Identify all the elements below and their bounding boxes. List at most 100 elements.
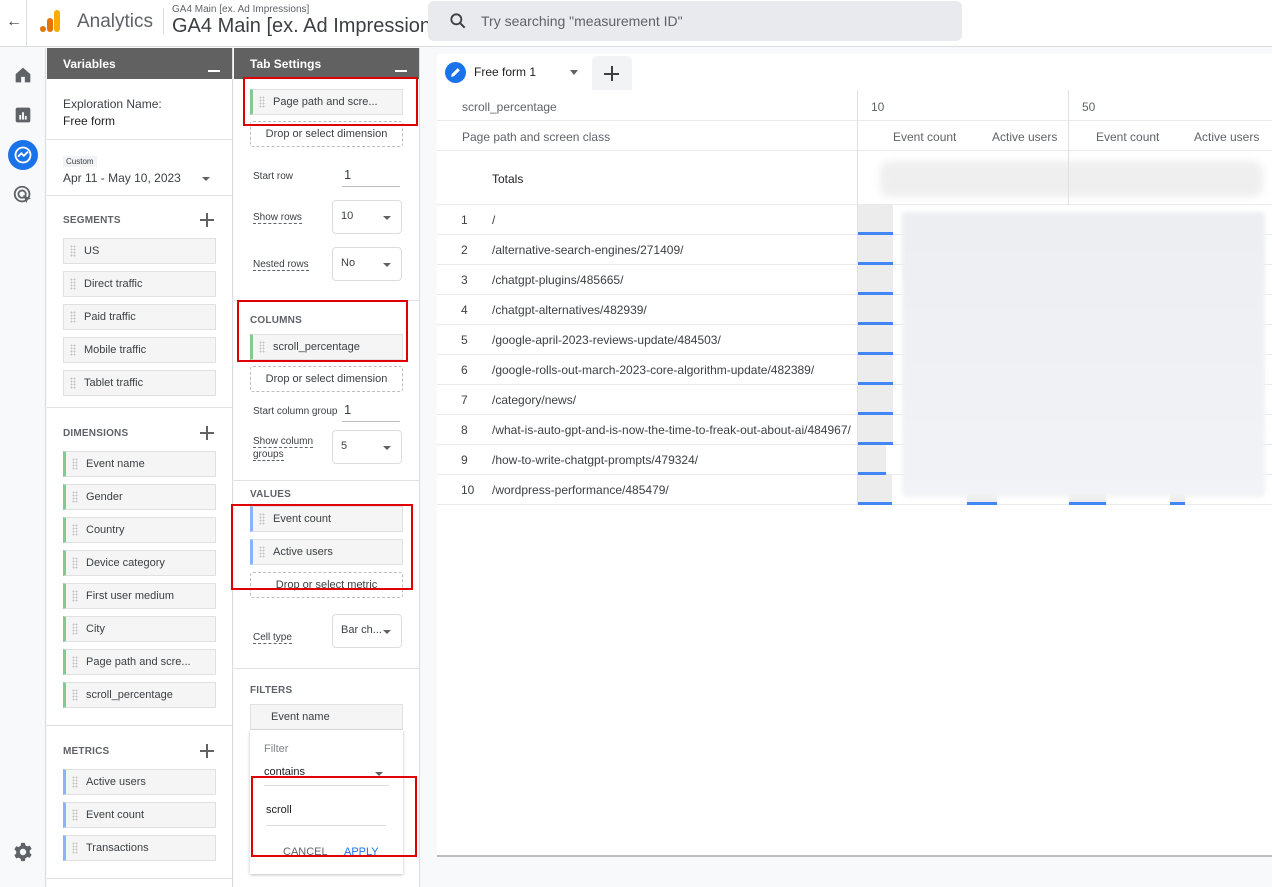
dimension-chip[interactable]: Event name <box>63 451 216 477</box>
metric-header[interactable]: Event count <box>1096 130 1159 144</box>
bar-chart-icon[interactable] <box>12 104 34 126</box>
filter-chip[interactable]: Event name <box>250 704 403 730</box>
add-dimension-button[interactable] <box>200 426 214 440</box>
metric-chip[interactable]: Event count <box>63 802 216 828</box>
account-name[interactable]: GA4 Main [ex. Ad Impressions] <box>172 4 309 15</box>
drag-handle-icon[interactable] <box>259 341 265 353</box>
left-nav-rail <box>0 48 46 887</box>
row-page-path[interactable]: /google-april-2023-reviews-update/484503… <box>492 333 721 347</box>
show-rows-select[interactable]: 10 <box>332 200 402 234</box>
drop-dimension-columns[interactable]: Drop or select dimension <box>250 366 403 392</box>
chevron-down-icon[interactable] <box>570 70 578 75</box>
row-page-path[interactable]: /wordpress-performance/485479/ <box>492 483 669 497</box>
value-metric-chip[interactable]: Active users <box>250 539 403 565</box>
filter-value-input[interactable]: scroll <box>266 804 386 826</box>
drag-handle-icon[interactable] <box>72 776 78 788</box>
dimension-chip[interactable]: Country <box>63 517 216 543</box>
bar-cell-background <box>858 265 893 295</box>
nested-rows-select[interactable]: No <box>332 247 402 281</box>
drop-metric[interactable]: Drop or select metric <box>250 572 403 598</box>
dimension-chip[interactable]: Device category <box>63 550 216 576</box>
exploration-name-input[interactable]: Free form <box>63 114 115 128</box>
metric-chip[interactable]: Active users <box>63 769 216 795</box>
drag-handle-icon[interactable] <box>72 623 78 635</box>
dimension-chip[interactable]: scroll_percentage <box>63 682 216 708</box>
drag-handle-icon[interactable] <box>259 513 265 525</box>
dimension-chip[interactable]: Gender <box>63 484 216 510</box>
values-section: VALUES Event count Active users Drop or … <box>234 481 419 669</box>
columns-dimension-chip[interactable]: scroll_percentage <box>250 334 403 360</box>
drag-handle-icon[interactable] <box>72 809 78 821</box>
gear-icon[interactable] <box>12 841 34 863</box>
date-range[interactable]: Apr 11 - May 10, 2023 <box>63 171 181 185</box>
drag-handle-icon[interactable] <box>72 590 78 602</box>
drag-handle-icon[interactable] <box>72 458 78 470</box>
show-column-groups-select[interactable]: 5 <box>332 430 402 464</box>
chevron-down-icon[interactable] <box>202 177 210 181</box>
drag-handle-icon[interactable] <box>72 524 78 536</box>
drag-handle-icon[interactable] <box>72 557 78 569</box>
rows-dimension-chip[interactable]: Page path and scre... <box>250 89 403 115</box>
metric-header[interactable]: Active users <box>1194 130 1259 144</box>
row-page-path[interactable]: /chatgpt-alternatives/482939/ <box>492 303 647 317</box>
totals-row: Totals <box>437 151 1272 205</box>
drag-handle-icon[interactable] <box>70 344 76 356</box>
pencil-icon[interactable] <box>445 62 466 83</box>
row-page-path[interactable]: /alternative-search-engines/271409/ <box>492 243 683 257</box>
row-page-path[interactable]: /what-is-auto-gpt-and-is-now-the-time-to… <box>492 423 851 437</box>
property-selector[interactable]: GA4 Main [ex. Ad Impression... <box>172 15 448 38</box>
drop-dimension-rows[interactable]: Drop or select dimension <box>250 121 403 147</box>
minimize-button[interactable] <box>395 58 407 72</box>
segment-chip[interactable]: Direct traffic <box>63 271 216 297</box>
minimize-button[interactable] <box>208 58 220 72</box>
search-input[interactable]: Try searching "measurement ID" <box>481 13 683 29</box>
exploration-name-section: Exploration Name: Free form <box>47 79 232 140</box>
panel-title: Variables <box>63 57 116 71</box>
value-metric-chip[interactable]: Event count <box>250 506 403 532</box>
start-column-input[interactable]: 1 <box>342 402 400 422</box>
add-segment-button[interactable] <box>200 213 214 227</box>
variables-header: Variables <box>47 48 232 79</box>
back-button[interactable]: ← <box>4 12 24 32</box>
drag-handle-icon[interactable] <box>72 656 78 668</box>
filter-operator-select[interactable]: contains <box>264 766 389 786</box>
metric-header[interactable]: Active users <box>992 130 1057 144</box>
drag-handle-icon[interactable] <box>72 689 78 701</box>
bar-cell-background <box>858 475 892 505</box>
drag-handle-icon[interactable] <box>70 245 76 257</box>
date-range-section[interactable]: Custom Apr 11 - May 10, 2023 <box>47 140 232 196</box>
cursor-target-icon[interactable] <box>12 184 34 206</box>
row-page-path[interactable]: /chatgpt-plugins/485665/ <box>492 273 623 287</box>
segment-chip[interactable]: Paid traffic <box>63 304 216 330</box>
home-icon[interactable] <box>12 64 34 86</box>
drag-handle-icon[interactable] <box>259 546 265 558</box>
dimension-chip[interactable]: Page path and scre... <box>63 649 216 675</box>
search-bar[interactable]: Try searching "measurement ID" <box>428 1 962 41</box>
tab-free-form-1[interactable]: Free form 1 <box>437 54 591 90</box>
show-rows-control: Show rows 10 <box>234 200 419 245</box>
dimension-chip[interactable]: City <box>63 616 216 642</box>
drag-handle-icon[interactable] <box>72 491 78 503</box>
start-row-input[interactable]: 1 <box>342 167 400 187</box>
row-page-path[interactable]: /category/news/ <box>492 393 576 407</box>
row-page-path[interactable]: / <box>492 213 495 227</box>
drag-handle-icon[interactable] <box>70 278 76 290</box>
row-page-path[interactable]: /google-rolls-out-march-2023-core-algori… <box>492 363 814 377</box>
cell-type-select[interactable]: Bar ch... <box>332 614 402 648</box>
drag-handle-icon[interactable] <box>259 96 265 108</box>
metric-chip[interactable]: Transactions <box>63 835 216 861</box>
cancel-button[interactable]: CANCEL <box>283 846 328 858</box>
drag-handle-icon[interactable] <box>70 311 76 323</box>
drag-handle-icon[interactable] <box>72 842 78 854</box>
explore-nav-item[interactable] <box>8 140 38 170</box>
segment-chip[interactable]: US <box>63 238 216 264</box>
drag-handle-icon[interactable] <box>70 377 76 389</box>
dimension-chip[interactable]: First user medium <box>63 583 216 609</box>
apply-button[interactable]: APPLY <box>344 846 379 858</box>
add-tab-button[interactable] <box>592 56 632 90</box>
metric-header[interactable]: Event count <box>893 130 956 144</box>
row-page-path[interactable]: /how-to-write-chatgpt-prompts/479324/ <box>492 453 698 467</box>
segment-chip[interactable]: Mobile traffic <box>63 337 216 363</box>
segment-chip[interactable]: Tablet traffic <box>63 370 216 396</box>
add-metric-button[interactable] <box>200 744 214 758</box>
